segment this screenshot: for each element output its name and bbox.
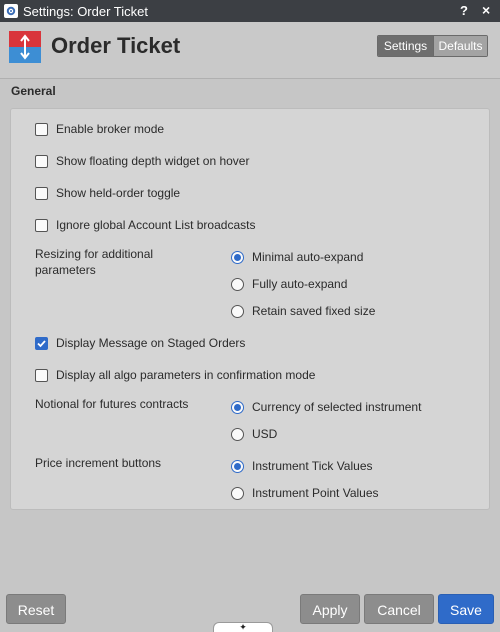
window-titlebar: Settings: Order Ticket ? × [0, 0, 500, 22]
algo-params-checkbox[interactable] [35, 368, 48, 382]
floating-depth-checkbox[interactable] [35, 154, 48, 168]
reset-button[interactable]: Reset [6, 594, 66, 624]
resizing-label: Resizing for additional parameters [35, 247, 154, 277]
radio-label: Instrument Tick Values [252, 459, 373, 473]
radio-label: Minimal auto-expand [252, 250, 364, 264]
radio-label: Fully auto-expand [252, 277, 348, 291]
radio-instrument-tick-values[interactable]: Instrument Tick Values [231, 459, 373, 473]
radio-button[interactable] [231, 277, 244, 291]
radio-instrument-point-values[interactable]: Instrument Point Values [231, 486, 379, 500]
radio-button-selected[interactable] [231, 459, 244, 473]
radio-label: USD [252, 427, 278, 441]
window-title: Settings: Order Ticket [23, 3, 148, 19]
radio-fully-auto-expand[interactable]: Fully auto-expand [231, 277, 347, 291]
held-order-toggle-option[interactable]: Show held-order toggle [35, 186, 180, 200]
ignore-broadcasts-checkbox[interactable] [35, 218, 48, 232]
save-button[interactable]: Save [438, 594, 494, 624]
ignore-broadcasts-option[interactable]: Ignore global Account List broadcasts [35, 218, 255, 232]
price-increment-label: Price increment buttons [35, 456, 162, 470]
radio-button[interactable] [231, 427, 244, 441]
help-button[interactable]: ? [460, 3, 468, 18]
tab-settings[interactable]: Settings [378, 36, 433, 56]
apply-button[interactable]: Apply [300, 594, 360, 624]
held-order-toggle-checkbox[interactable] [35, 186, 48, 200]
settings-header: Order Ticket Settings Defaults [0, 22, 500, 78]
move-icon: ✦ [239, 622, 247, 632]
settings-defaults-toggle: Settings Defaults [377, 35, 488, 57]
notional-label: Notional for futures contracts [35, 397, 189, 411]
cancel-button[interactable]: Cancel [364, 594, 434, 624]
display-message-checkbox[interactable] [35, 336, 48, 350]
radio-usd[interactable]: USD [231, 427, 277, 441]
radio-label: Instrument Point Values [252, 486, 379, 500]
floating-depth-label: Show floating depth widget on hover [56, 154, 250, 168]
close-button[interactable]: × [482, 2, 490, 18]
radio-button-selected[interactable] [231, 400, 244, 414]
algo-params-option[interactable]: Display all algo parameters in confirmat… [35, 368, 315, 382]
radio-button[interactable] [231, 486, 244, 500]
order-ticket-icon [9, 31, 41, 63]
enable-broker-mode-label: Enable broker mode [56, 122, 165, 136]
radio-currency-selected-instrument[interactable]: Currency of selected instrument [231, 400, 421, 414]
radio-minimal-auto-expand[interactable]: Minimal auto-expand [231, 250, 363, 264]
display-message-label: Display Message on Staged Orders [56, 336, 246, 350]
radio-label: Retain saved fixed size [252, 304, 376, 318]
section-title: General [11, 84, 56, 98]
gear-icon [4, 4, 18, 18]
resize-grip[interactable]: ✦ [213, 622, 273, 632]
page-title: Order Ticket [51, 33, 181, 58]
enable-broker-mode-checkbox[interactable] [35, 122, 48, 136]
held-order-toggle-label: Show held-order toggle [56, 186, 181, 200]
header-divider [0, 78, 500, 79]
algo-params-label: Display all algo parameters in confirmat… [56, 368, 316, 382]
radio-label: Currency of selected instrument [252, 400, 422, 414]
floating-depth-option[interactable]: Show floating depth widget on hover [35, 154, 249, 168]
tab-defaults[interactable]: Defaults [433, 36, 487, 56]
radio-button-selected[interactable] [231, 250, 244, 264]
ignore-broadcasts-label: Ignore global Account List broadcasts [56, 218, 256, 232]
radio-retain-fixed-size[interactable]: Retain saved fixed size [231, 304, 375, 318]
checkmark-icon [37, 339, 46, 347]
radio-button[interactable] [231, 304, 244, 318]
display-message-option[interactable]: Display Message on Staged Orders [35, 336, 245, 350]
enable-broker-mode-option[interactable]: Enable broker mode [35, 122, 164, 136]
